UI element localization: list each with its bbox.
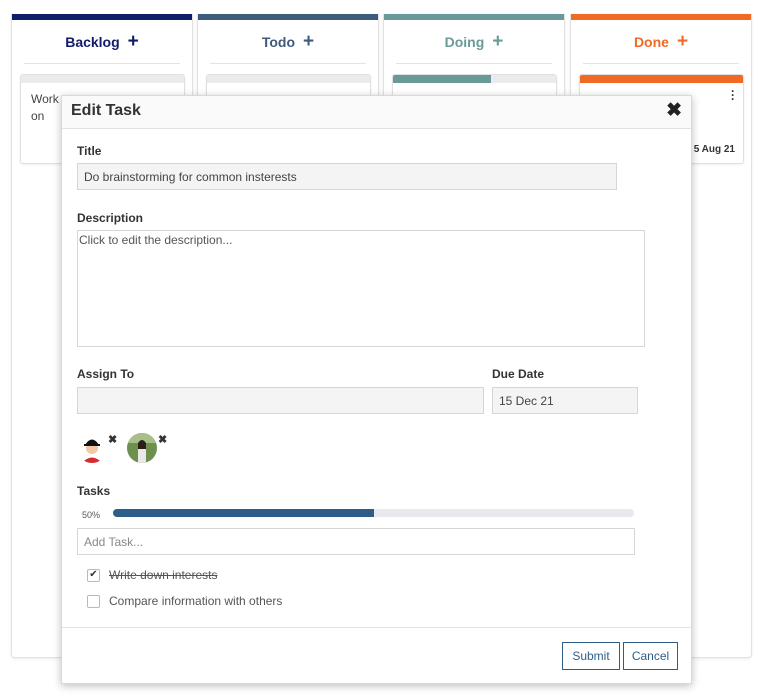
card-progress-bar xyxy=(207,75,370,83)
plus-icon[interactable]: + xyxy=(677,32,688,51)
modal-title: Edit Task xyxy=(71,102,141,119)
column-header: Done + xyxy=(583,20,739,64)
tasks-label: Tasks xyxy=(77,484,111,498)
assign-to-input[interactable] xyxy=(77,387,484,414)
task-label: Compare information with others xyxy=(109,594,283,608)
plus-icon[interactable]: + xyxy=(303,32,314,51)
due-date-label: Due Date xyxy=(492,367,545,381)
card-progress-bar xyxy=(393,75,556,83)
kanban-board: Backlog + Work on interests Todo + Doing… xyxy=(0,0,778,699)
plus-icon[interactable]: + xyxy=(128,32,139,51)
column-title: Doing xyxy=(444,33,485,50)
close-icon[interactable]: ✖ xyxy=(666,101,682,120)
assign-to-label: Assign To xyxy=(77,367,135,381)
task-label: Write down interests xyxy=(109,568,218,582)
kebab-menu-icon[interactable]: · · · xyxy=(731,85,737,105)
card-due-date: 5 Aug 21 xyxy=(693,144,735,155)
description-label: Description xyxy=(77,211,144,225)
task-checkbox[interactable] xyxy=(87,594,100,608)
column-title: Backlog xyxy=(65,33,120,50)
modal-header: Edit Task ✖ xyxy=(62,96,691,129)
progress-fill xyxy=(113,509,374,517)
remove-assignee-icon[interactable]: ✖ xyxy=(158,433,167,446)
add-task-input[interactable]: Add Task... xyxy=(77,528,635,555)
column-title: Done xyxy=(633,33,669,50)
cancel-button[interactable]: Cancel xyxy=(623,642,678,670)
card-progress-fill xyxy=(393,75,491,83)
edit-task-modal: Edit Task ✖ Title Do brainstorming for c… xyxy=(61,95,692,684)
column-title: Todo xyxy=(261,33,296,50)
card-progress-bar xyxy=(21,75,184,83)
avatar-user-2 xyxy=(127,433,157,463)
title-label: Title xyxy=(77,144,102,158)
avatar-user-1 xyxy=(77,433,107,463)
title-input[interactable]: Do brainstorming for common insterests xyxy=(77,163,617,190)
checkmark-icon: ✔ xyxy=(89,569,98,580)
column-header: Todo + xyxy=(210,20,366,64)
checklist-item[interactable]: ✔ Write down interests xyxy=(87,568,218,582)
submit-button[interactable]: Submit xyxy=(562,642,620,670)
card-progress-bar xyxy=(580,75,743,83)
tasks-progress-bar xyxy=(113,509,634,517)
progress-percent: 50% xyxy=(82,510,101,520)
checklist-item[interactable]: Compare information with others xyxy=(87,594,282,608)
plus-icon[interactable]: + xyxy=(492,32,503,51)
modal-footer-divider xyxy=(62,627,691,628)
task-checkbox[interactable]: ✔ xyxy=(87,568,100,582)
description-textarea[interactable]: Click to edit the description... xyxy=(77,230,645,347)
column-header: Doing + xyxy=(396,20,552,64)
due-date-input[interactable]: 15 Dec 21 xyxy=(492,387,638,414)
remove-assignee-icon[interactable]: ✖ xyxy=(108,433,117,446)
column-header: Backlog + xyxy=(24,20,180,64)
